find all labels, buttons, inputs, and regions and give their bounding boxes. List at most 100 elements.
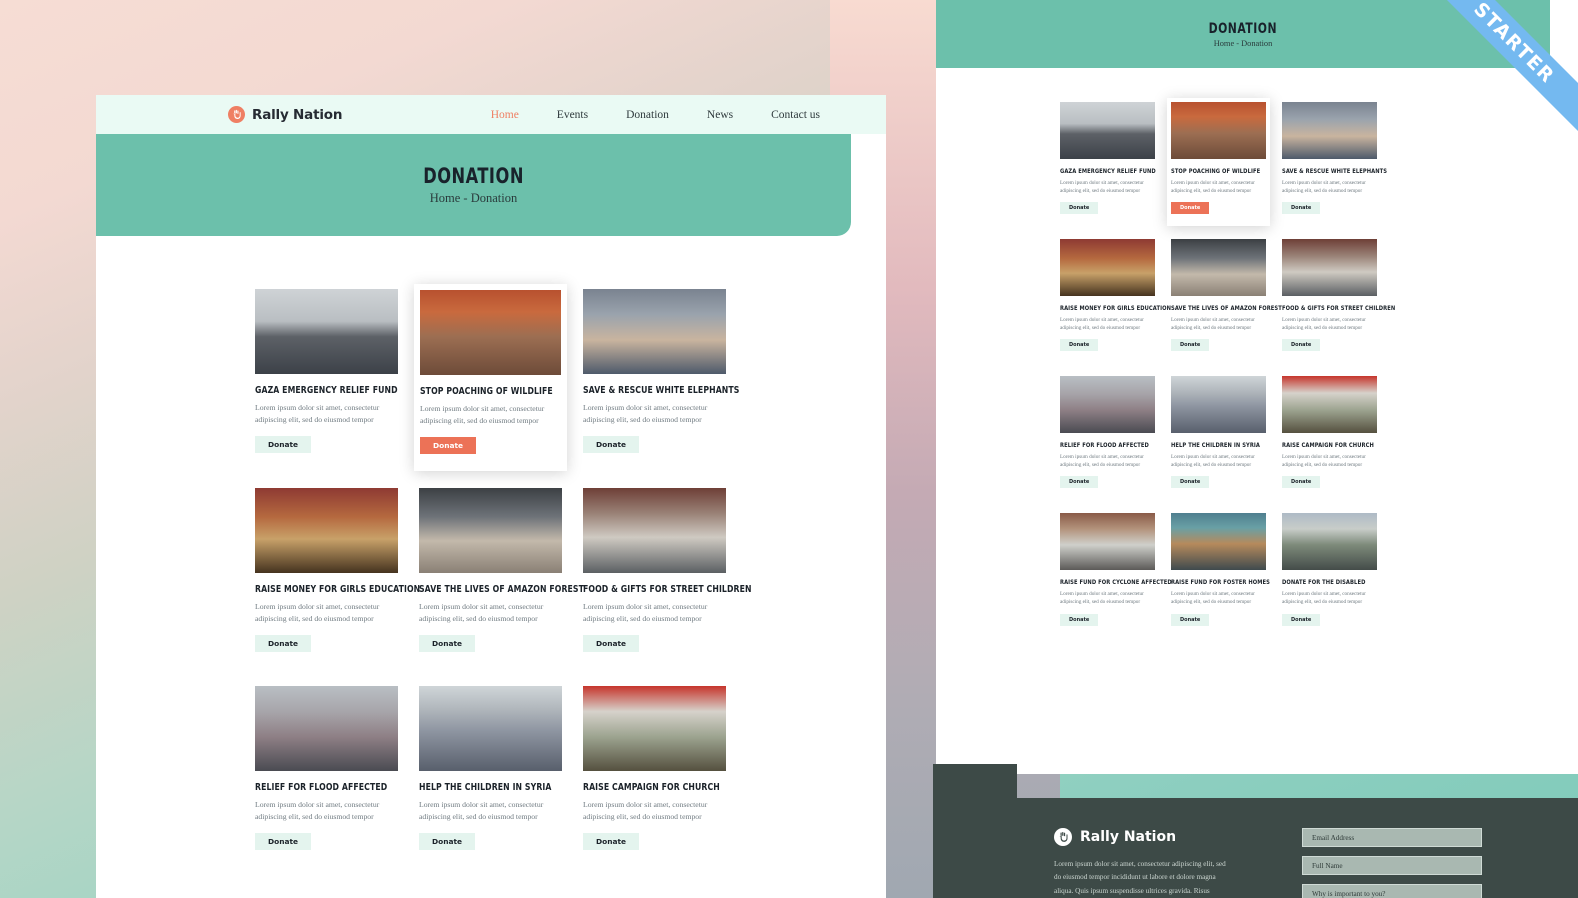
donate-button[interactable]: Donate bbox=[1171, 339, 1210, 352]
nav-item-home[interactable]: Home bbox=[472, 109, 538, 121]
footer-left-column: Rally Nation Lorem ipsum dolor sit amet,… bbox=[1054, 828, 1228, 898]
donation-card[interactable]: RAISE MONEY FOR GIRLS EDUCATION Lorem ips… bbox=[250, 482, 421, 669]
donation-card[interactable]: DONATE FOR THE DISABLED Lorem ipsum dolor… bbox=[1278, 509, 1381, 638]
donation-card[interactable]: FOOD & GIFTS FOR STREET CHILDREN Lorem ip… bbox=[578, 482, 752, 669]
footer-brand[interactable]: Rally Nation bbox=[1054, 828, 1228, 846]
donation-card[interactable]: RAISE CAMPAIGN FOR CHURCH Lorem ipsum dol… bbox=[1278, 372, 1381, 501]
page-title: DONATION bbox=[1208, 20, 1278, 37]
navbar-large: Rally Nation Home Events Donation News C… bbox=[96, 95, 886, 134]
donation-card[interactable]: GAZA EMERGENCY RELIEF FUND Lorem ipsum do… bbox=[1056, 98, 1159, 227]
card-image-arch-park-gathering bbox=[1282, 513, 1377, 571]
card-title: HELP THE CHILDREN IN SYRIA bbox=[419, 781, 552, 793]
donate-button[interactable]: Donate bbox=[1282, 476, 1321, 489]
donate-button[interactable]: Donate bbox=[255, 435, 312, 453]
donation-card[interactable]: SAVE & RESCUE WHITE ELEPHANTS Lorem ipsum… bbox=[578, 284, 739, 471]
card-image-hands-holding-coins bbox=[583, 289, 726, 374]
donation-card[interactable]: HELP THE CHILDREN IN SYRIA Lorem ipsum do… bbox=[414, 680, 567, 867]
card-description: Lorem ipsum dolor sit amet, consectetur … bbox=[1060, 591, 1144, 606]
brand-logo[interactable]: Rally Nation bbox=[228, 106, 342, 123]
card-image-masked-demonstrators bbox=[1060, 376, 1155, 434]
card-title: RAISE CAMPAIGN FOR CHURCH bbox=[1282, 441, 1374, 450]
donation-card[interactable]: FOOD & GIFTS FOR STREET CHILDREN Lorem ip… bbox=[1278, 235, 1396, 364]
nav-item-contact-us[interactable]: Contact us bbox=[752, 109, 839, 121]
card-description: Lorem ipsum dolor sit amet, consectetur … bbox=[420, 404, 545, 425]
card-image-large-street-rally bbox=[1060, 513, 1155, 571]
card-image-food-boxes-volunteers bbox=[1171, 239, 1266, 297]
donation-card[interactable]: STOP POACHING OF WILDLIFE Lorem ipsum dol… bbox=[1167, 98, 1270, 227]
site-footer: Rally Nation Lorem ipsum dolor sit amet,… bbox=[933, 764, 1578, 898]
donate-button[interactable]: Donate bbox=[1171, 476, 1210, 489]
page-title: DONATION bbox=[423, 164, 524, 188]
donation-card[interactable]: SAVE & RESCUE WHITE ELEPHANTS Lorem ipsum… bbox=[1278, 98, 1388, 227]
card-title: RAISE MONEY FOR GIRLS EDUCATION bbox=[255, 583, 421, 595]
primary-nav: Home Events Donation News Contact us bbox=[472, 109, 839, 121]
donate-button[interactable]: Donate bbox=[1060, 613, 1099, 626]
donate-button[interactable]: Donate bbox=[255, 634, 312, 652]
donation-card[interactable]: RAISE CAMPAIGN FOR CHURCH Lorem ipsum dol… bbox=[578, 680, 731, 867]
donate-button[interactable]: Donate bbox=[1171, 613, 1210, 626]
donate-button[interactable]: Donate bbox=[1060, 476, 1099, 489]
donate-button[interactable]: Donate bbox=[420, 436, 477, 454]
card-row: GAZA EMERGENCY RELIEF FUND Lorem ipsum do… bbox=[1056, 98, 1578, 227]
card-description: Lorem ipsum dolor sit amet, consectetur … bbox=[255, 799, 380, 821]
full-name-field[interactable]: Full Name bbox=[1302, 856, 1482, 875]
donation-card[interactable]: HELP THE CHILDREN IN SYRIA Lorem ipsum do… bbox=[1167, 372, 1270, 501]
donation-card[interactable]: GAZA EMERGENCY RELIEF FUND Lorem ipsum do… bbox=[250, 284, 403, 471]
donate-button[interactable]: Donate bbox=[1282, 339, 1321, 352]
card-title: RAISE FUND FOR CYCLONE AFFECTED bbox=[1060, 578, 1172, 587]
card-title: FOOD & GIFTS FOR STREET CHILDREN bbox=[1282, 304, 1396, 313]
card-image-cardboard-sign-protest bbox=[255, 487, 398, 573]
card-description: Lorem ipsum dolor sit amet, consectetur … bbox=[1282, 180, 1366, 195]
donation-card[interactable]: RAISE FUND FOR CYCLONE AFFECTED Lorem ips… bbox=[1056, 509, 1172, 638]
card-title: FOOD & GIFTS FOR STREET CHILDREN bbox=[583, 583, 752, 595]
card-title: RAISE MONEY FOR GIRLS EDUCATION bbox=[1060, 304, 1172, 313]
card-title: SAVE & RESCUE WHITE ELEPHANTS bbox=[1282, 167, 1388, 175]
donation-card-grid-large: GAZA EMERGENCY RELIEF FUND Lorem ipsum do… bbox=[96, 236, 886, 867]
donate-button[interactable]: Donate bbox=[583, 435, 640, 453]
card-description: Lorem ipsum dolor sit amet, consectetur … bbox=[583, 403, 708, 424]
nav-item-news[interactable]: News bbox=[688, 109, 752, 121]
nav-item-donation[interactable]: Donation bbox=[607, 109, 688, 121]
card-row: RELIEF FOR FLOOD AFFECTED Lorem ipsum dol… bbox=[1056, 372, 1578, 501]
donation-card[interactable]: RAISE MONEY FOR GIRLS EDUCATION Lorem ips… bbox=[1056, 235, 1172, 364]
card-description: Lorem ipsum dolor sit amet, consectetur … bbox=[583, 601, 708, 623]
donate-button[interactable]: Donate bbox=[583, 634, 640, 652]
card-title: GAZA EMERGENCY RELIEF FUND bbox=[1060, 167, 1156, 175]
card-description: Lorem ipsum dolor sit amet, consectetur … bbox=[1060, 180, 1144, 195]
reason-field[interactable]: Why is important to you? bbox=[1302, 884, 1482, 898]
donate-button[interactable]: Donate bbox=[1060, 339, 1099, 352]
card-description: Lorem ipsum dolor sit amet, consectetur … bbox=[1171, 591, 1255, 606]
donation-card[interactable]: RAISE FUND FOR FOSTER HOMES Lorem ipsum d… bbox=[1167, 509, 1270, 638]
card-title: RAISE FUND FOR FOSTER HOMES bbox=[1171, 578, 1270, 587]
footer-brand-name: Rally Nation bbox=[1080, 829, 1177, 845]
donate-button[interactable]: Donate bbox=[1282, 202, 1321, 215]
card-title: RAISE CAMPAIGN FOR CHURCH bbox=[583, 781, 720, 793]
donation-card[interactable]: STOP POACHING OF WILDLIFE Lorem ipsum dol… bbox=[414, 284, 567, 471]
footer-description: Lorem ipsum dolor sit amet, consectetur … bbox=[1054, 860, 1226, 895]
donation-card[interactable]: SAVE THE LIVES OF AMAZON FOREST Lorem ips… bbox=[1167, 235, 1282, 364]
card-description: Lorem ipsum dolor sit amet, consectetur … bbox=[1060, 317, 1144, 332]
donate-button[interactable]: Donate bbox=[1282, 613, 1321, 626]
donate-button[interactable]: Donate bbox=[1060, 202, 1099, 215]
donate-button[interactable]: Donate bbox=[419, 832, 476, 850]
donation-card[interactable]: SAVE THE LIVES OF AMAZON FOREST Lorem ips… bbox=[414, 482, 584, 669]
card-image-cardboard-sign-protest bbox=[1060, 239, 1155, 297]
donation-card[interactable]: RELIEF FOR FLOOD AFFECTED Lorem ipsum dol… bbox=[1056, 372, 1159, 501]
card-description: Lorem ipsum dolor sit amet, consectetur … bbox=[419, 601, 544, 623]
card-image-street-march-crowd bbox=[1282, 239, 1377, 297]
donation-card[interactable]: RELIEF FOR FLOOD AFFECTED Lorem ipsum dol… bbox=[250, 680, 403, 867]
card-image-killed-protect-placard bbox=[1282, 376, 1377, 434]
card-title: STOP POACHING OF WILDLIFE bbox=[1171, 167, 1261, 175]
card-description: Lorem ipsum dolor sit amet, consectetur … bbox=[1171, 180, 1255, 195]
card-title: SAVE THE LIVES OF AMAZON FOREST bbox=[1171, 304, 1282, 313]
card-image-crowd-street-protest bbox=[255, 289, 398, 374]
nav-item-events[interactable]: Events bbox=[538, 109, 607, 121]
card-title: DONATE FOR THE DISABLED bbox=[1282, 578, 1366, 587]
card-description: Lorem ipsum dolor sit amet, consectetur … bbox=[255, 403, 380, 424]
email-field[interactable]: Email Address bbox=[1302, 828, 1482, 847]
donate-button[interactable]: Donate bbox=[255, 832, 312, 850]
donate-button[interactable]: Donate bbox=[1171, 202, 1210, 215]
donate-button[interactable]: Donate bbox=[419, 634, 476, 652]
card-title: GAZA EMERGENCY RELIEF FUND bbox=[255, 385, 398, 396]
donate-button[interactable]: Donate bbox=[583, 832, 640, 850]
